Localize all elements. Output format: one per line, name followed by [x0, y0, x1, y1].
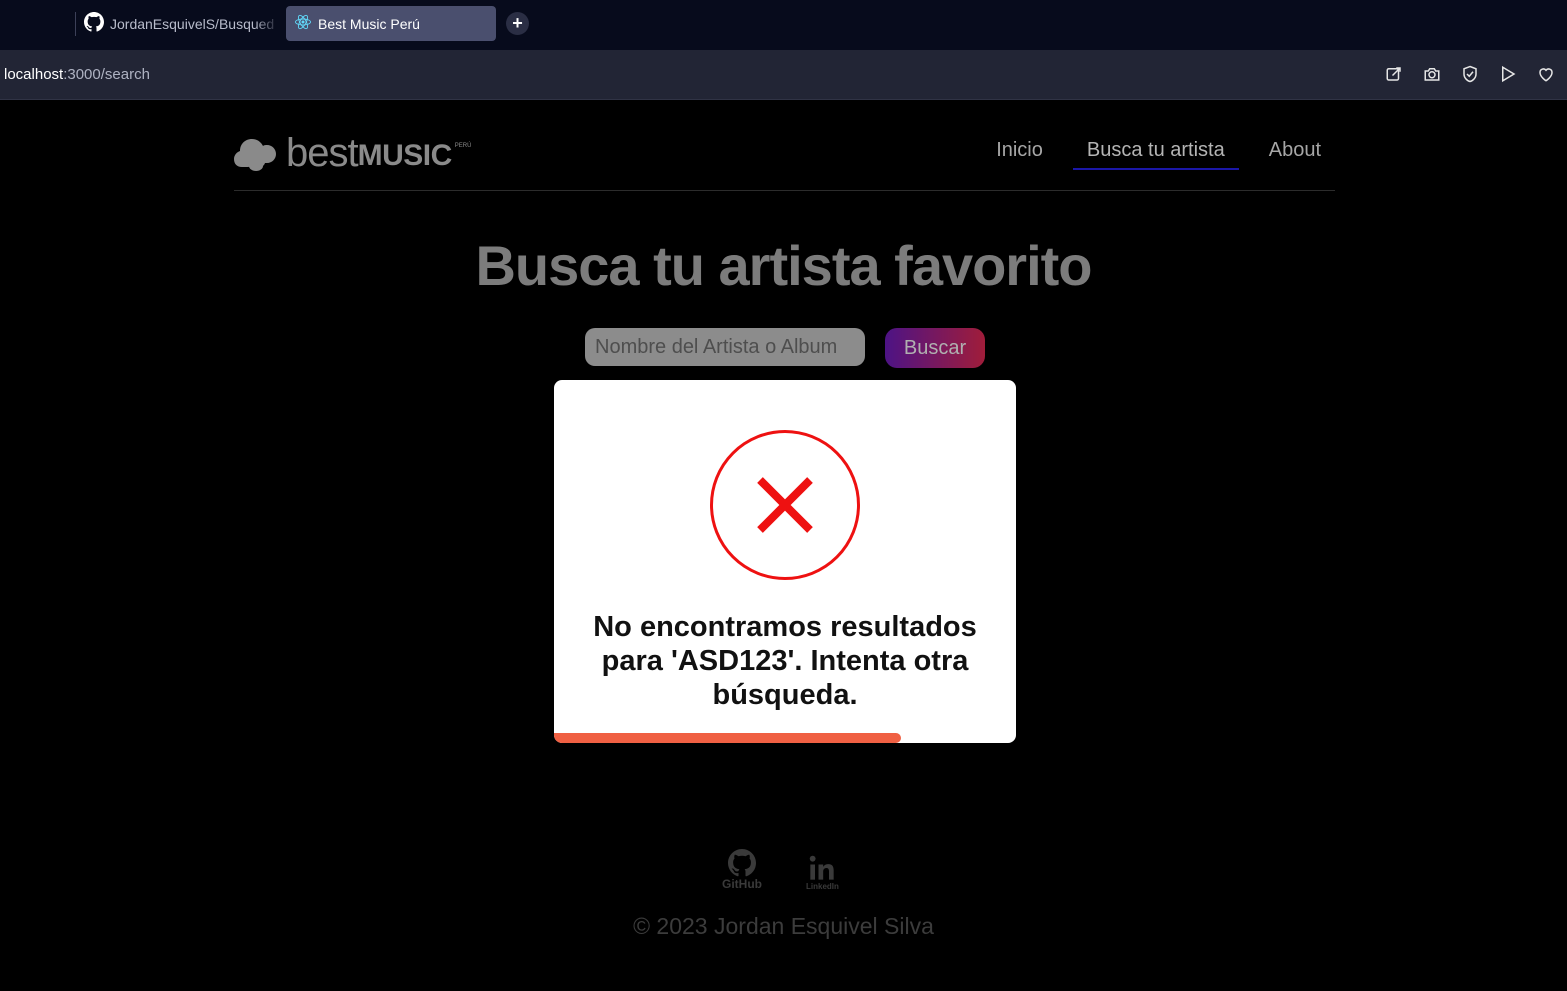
nav-link-about[interactable]: About: [1255, 139, 1335, 170]
linkedin-link[interactable]: LinkedIn: [806, 854, 839, 891]
logo-best-text: best: [286, 131, 359, 175]
search-form: Buscar: [585, 328, 985, 368]
copyright-text: © 2023 Jordan Esquivel Silva: [633, 913, 934, 939]
social-links: GitHub LinkedIn: [722, 849, 839, 891]
tab-github[interactable]: JordanEsquivelS/Busqued: [82, 6, 280, 41]
edit-icon[interactable]: [1383, 63, 1405, 85]
tab-separator: [75, 12, 76, 36]
nav-link-busca-tu-artista[interactable]: Busca tu artista: [1072, 139, 1239, 170]
url-path: :3000/search: [63, 66, 150, 83]
address-bar: localhost:3000/search: [0, 50, 1567, 100]
site-header: best MUSIC PERÚ Inicio Busca tu artista …: [234, 101, 1335, 191]
no-results-message: No encontramos resultados para 'ASD123'.…: [593, 611, 977, 711]
url-host: localhost: [4, 66, 64, 83]
nav-link-inicio[interactable]: Inicio: [982, 139, 1057, 170]
toolbar: [1383, 63, 1557, 85]
github-link[interactable]: GitHub: [722, 849, 762, 891]
main-nav: Inicio Busca tu artista About: [982, 139, 1335, 170]
github-caption: GitHub: [722, 877, 762, 891]
linkedin-caption: LinkedIn: [806, 882, 839, 891]
cloud-logo-icon: [234, 139, 276, 171]
linkedin-icon: [810, 855, 835, 880]
tab-label: JordanEsquivelS/Busqued: [110, 15, 275, 32]
search-button[interactable]: Buscar: [885, 328, 985, 368]
no-results-modal: No encontramos resultados para 'ASD123'.…: [554, 380, 1016, 743]
new-tab-button[interactable]: +: [506, 12, 529, 35]
page-title: Busca tu artista favorito: [475, 234, 1092, 297]
tab-label: Best Music Perú: [318, 15, 420, 32]
tab-best-music[interactable]: Best Music Perú: [286, 6, 496, 41]
camera-icon[interactable]: [1421, 63, 1443, 85]
logo-peru-text: PERÚ: [454, 143, 472, 149]
auto-close-progress-fill: [554, 733, 901, 743]
error-icon-ring: [710, 430, 860, 580]
play-icon[interactable]: [1497, 63, 1519, 85]
github-icon: [84, 12, 104, 35]
browser-tab-bar: JordanEsquivelS/Busqued Best Music Perú …: [0, 0, 1567, 50]
react-icon: [294, 13, 312, 34]
site-logo[interactable]: best MUSIC PERÚ: [234, 133, 471, 173]
shield-icon[interactable]: [1459, 63, 1481, 85]
heart-icon[interactable]: [1535, 63, 1557, 85]
artist-search-input[interactable]: [585, 328, 865, 366]
github-icon: [728, 849, 756, 877]
url-field[interactable]: localhost:3000/search: [4, 66, 150, 83]
logo-music-text: MUSIC: [357, 139, 453, 172]
auto-close-progress: [554, 733, 1016, 743]
error-x-icon: [757, 477, 813, 533]
